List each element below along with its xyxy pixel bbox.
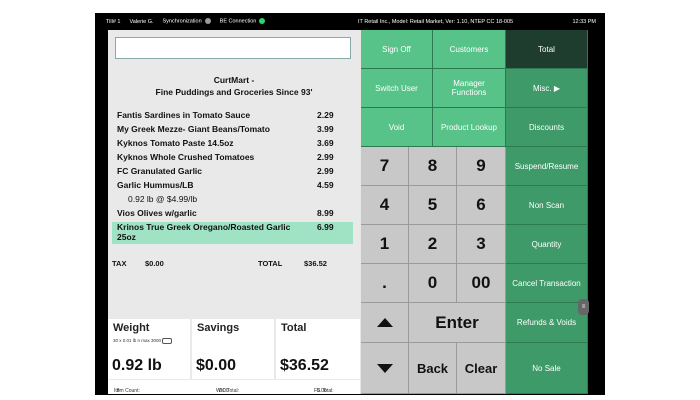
no-sale-button[interactable]: No Sale bbox=[506, 343, 588, 394]
item-name: My Greek Mezze- Giant Beans/Tomato bbox=[117, 124, 270, 134]
receipt-line[interactable]: Kyknos Whole Crushed Tomatoes 2.99 bbox=[108, 152, 360, 165]
key-00[interactable]: 00 bbox=[457, 264, 506, 303]
pos-terminal: Till# 1 Valerie G. Synchronization BE Co… bbox=[95, 13, 605, 395]
sync-status: Synchronization bbox=[163, 18, 211, 25]
sign-off-button[interactable]: Sign Off bbox=[361, 30, 433, 69]
be-connection-icon bbox=[259, 18, 266, 25]
customers-button[interactable]: Customers bbox=[433, 30, 506, 69]
scan-search-input[interactable] bbox=[115, 37, 351, 59]
quantity-button[interactable]: Quantity bbox=[506, 225, 588, 264]
tax-label: TAX bbox=[112, 259, 127, 268]
weight-title: Weight bbox=[113, 322, 150, 334]
wic-total: WIC Total: 0.00 bbox=[216, 388, 239, 394]
item-price: 2.29 bbox=[317, 110, 334, 120]
total-value: $36.52 bbox=[304, 259, 327, 268]
cancel-transaction-button[interactable]: Cancel Transaction bbox=[506, 264, 588, 303]
item-name: Krinos True Greek Oregano/Roasted Garlic… bbox=[117, 222, 291, 242]
switch-user-button[interactable]: Switch User bbox=[361, 69, 433, 108]
key-5[interactable]: 5 bbox=[409, 186, 457, 225]
summary-panel: Weight 30 x 0.01 lb n max 3000 0.92 lb S… bbox=[108, 319, 360, 379]
receipt-line[interactable]: Kyknos Tomato Paste 14.5oz 3.69 bbox=[108, 138, 360, 151]
item-price: 3.99 bbox=[317, 124, 334, 134]
arrow-up-icon bbox=[376, 318, 393, 327]
button-panel: Sign Off Customers Total Switch User Man… bbox=[361, 30, 588, 394]
scale-icon bbox=[162, 338, 173, 344]
refunds-voids-button[interactable]: Refunds & Voids bbox=[506, 303, 588, 343]
weight-box: Weight 30 x 0.01 lb n max 3000 0.92 lb bbox=[108, 319, 190, 379]
savings-title: Savings bbox=[197, 322, 240, 334]
enter-button[interactable]: Enter bbox=[409, 303, 506, 343]
misc-button[interactable]: Misc. ▶ bbox=[506, 69, 588, 108]
item-weight-detail: 0.92 lb @ $4.99/lb bbox=[128, 194, 198, 204]
product-lookup-button[interactable]: Product Lookup bbox=[433, 108, 506, 147]
current-user: Valerie G. bbox=[129, 18, 154, 25]
key-0[interactable]: 0 bbox=[409, 264, 457, 303]
arrow-down-icon bbox=[376, 363, 393, 373]
item-name: Vios Olives w/garlic bbox=[117, 208, 197, 218]
item-count: Item Count: 8 bbox=[114, 388, 140, 394]
void-button[interactable]: Void bbox=[361, 108, 433, 147]
receipt-line-selected[interactable]: Krinos True Greek Oregano/Roasted Garlic… bbox=[112, 222, 353, 244]
non-scan-button[interactable]: Non Scan bbox=[506, 186, 588, 225]
item-name: FC Granulated Garlic bbox=[117, 166, 203, 176]
be-connection-status: BE Connection bbox=[220, 18, 266, 25]
receipt-line[interactable]: Fantis Sardines in Tomato Sauce 2.29 bbox=[108, 110, 360, 123]
key-6[interactable]: 6 bbox=[457, 186, 506, 225]
key-4[interactable]: 4 bbox=[361, 186, 409, 225]
chevron-handle-icon[interactable]: ≡ bbox=[578, 299, 589, 315]
discounts-button[interactable]: Discounts bbox=[506, 108, 588, 147]
app-info: IT Retail Inc., Model: Retail Market, Ve… bbox=[358, 18, 514, 25]
receipt-line[interactable]: FC Granulated Garlic 2.99 bbox=[108, 166, 360, 179]
total-amount: $36.52 bbox=[280, 357, 329, 374]
receipt-line[interactable]: My Greek Mezze- Giant Beans/Tomato 3.99 bbox=[108, 124, 360, 137]
item-name: Kyknos Whole Crushed Tomatoes bbox=[117, 152, 255, 162]
clock: 12:33 PM bbox=[572, 18, 596, 25]
total-label: TOTAL bbox=[258, 259, 283, 268]
receipt-subline: 0.92 lb @ $4.99/lb bbox=[108, 194, 360, 207]
key-9[interactable]: 9 bbox=[457, 147, 506, 186]
pos-screen: CurtMart - Fine Puddings and Groceries S… bbox=[108, 30, 588, 394]
back-button[interactable]: Back bbox=[409, 343, 457, 394]
store-name: CurtMart - bbox=[213, 75, 255, 85]
status-bar: Till# 1 Valerie G. Synchronization BE Co… bbox=[95, 13, 605, 30]
receipt-line[interactable]: Garlic Hummus/LB 4.59 bbox=[108, 180, 360, 193]
item-price: 6.99 bbox=[317, 222, 334, 232]
scroll-up-button[interactable] bbox=[361, 303, 409, 343]
fs-total: FS Total: 0.00 bbox=[314, 388, 334, 394]
item-price: 3.69 bbox=[317, 138, 334, 148]
sync-status-icon bbox=[204, 18, 211, 25]
total-title: Total bbox=[281, 322, 307, 334]
item-price: 4.59 bbox=[317, 180, 334, 190]
key-2[interactable]: 2 bbox=[409, 225, 457, 264]
transaction-panel: CurtMart - Fine Puddings and Groceries S… bbox=[108, 30, 360, 394]
total-button[interactable]: Total bbox=[506, 30, 588, 69]
scale-spec: 30 x 0.01 lb n max 3000 bbox=[113, 338, 173, 344]
scroll-down-button[interactable] bbox=[361, 343, 409, 394]
weight-value: 0.92 lb bbox=[112, 357, 162, 374]
item-price: 2.99 bbox=[317, 152, 334, 162]
key-3[interactable]: 3 bbox=[457, 225, 506, 264]
item-price: 8.99 bbox=[317, 208, 334, 218]
key-decimal[interactable]: . bbox=[361, 264, 409, 303]
total-box: Total $36.52 bbox=[276, 319, 360, 379]
suspend-resume-button[interactable]: Suspend/Resume bbox=[506, 147, 588, 186]
key-8[interactable]: 8 bbox=[409, 147, 457, 186]
clear-button[interactable]: Clear bbox=[457, 343, 506, 394]
manager-functions-button[interactable]: Manager Functions bbox=[433, 69, 506, 108]
key-1[interactable]: 1 bbox=[361, 225, 409, 264]
tax-value: $0.00 bbox=[145, 259, 164, 268]
item-price: 2.99 bbox=[317, 166, 334, 176]
savings-box: Savings $0.00 bbox=[192, 319, 274, 379]
footer-totals: Item Count: 8 WIC Total: 0.00 FS Total: … bbox=[108, 380, 360, 394]
item-name: Garlic Hummus/LB bbox=[117, 180, 194, 190]
receipt: CurtMart - Fine Puddings and Groceries S… bbox=[108, 68, 360, 316]
till-number: Till# 1 bbox=[106, 18, 121, 25]
savings-value: $0.00 bbox=[196, 357, 237, 374]
item-name: Kyknos Tomato Paste 14.5oz bbox=[117, 138, 234, 148]
store-tagline: Fine Puddings and Groceries Since 93' bbox=[155, 87, 313, 97]
receipt-line[interactable]: Vios Olives w/garlic 8.99 bbox=[108, 208, 360, 221]
item-name: Fantis Sardines in Tomato Sauce bbox=[117, 110, 251, 120]
key-7[interactable]: 7 bbox=[361, 147, 409, 186]
